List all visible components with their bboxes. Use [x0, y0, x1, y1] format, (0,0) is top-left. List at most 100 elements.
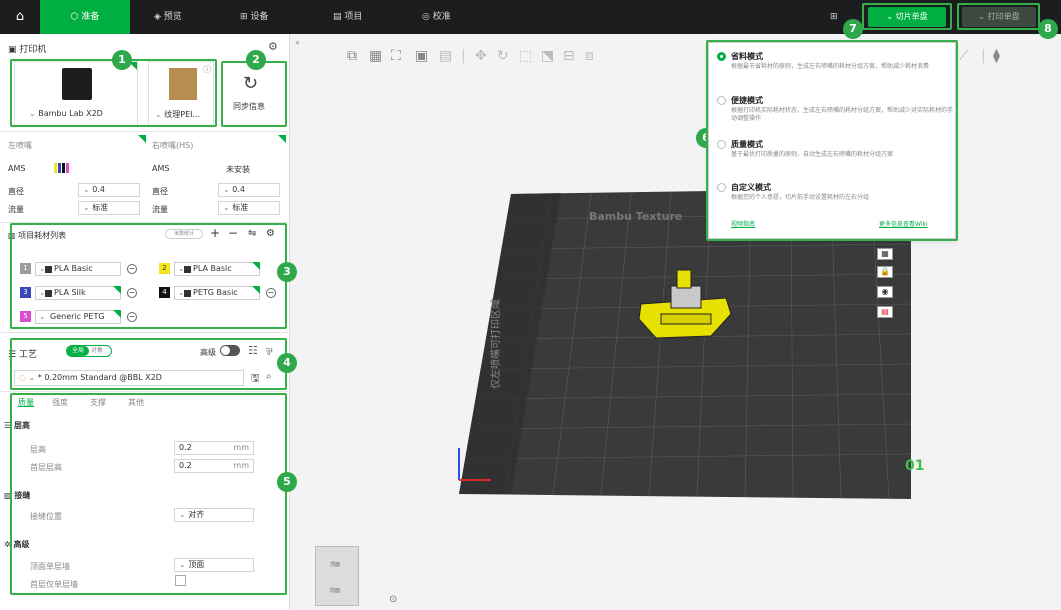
collapse-sidebar-icon[interactable]: «: [295, 38, 300, 47]
advanced-label: 高级: [200, 348, 216, 357]
filament-grouping-popup: 省料模式 根据最节省耗材的原则，生成左右喷嘴的耗材分组方案，帮助减少耗材浪费 便…: [708, 42, 956, 239]
tab-support[interactable]: 支撑: [90, 397, 106, 408]
compare-icon[interactable]: ⅌: [266, 344, 273, 358]
layer-height-input[interactable]: 0.2 mm: [174, 441, 254, 455]
right-nozzle-title: 右喷嘴(HS): [152, 141, 194, 150]
right-flow-select[interactable]: ⌄ 标准: [218, 201, 280, 215]
auto-orient-icon[interactable]: ⛶: [391, 48, 401, 64]
left-ams-colors[interactable]: [54, 163, 70, 173]
tab-quality[interactable]: 质量: [18, 397, 34, 408]
filament-swatch: 2: [159, 263, 170, 274]
plate-number: 01: [905, 458, 925, 474]
tab-project[interactable]: ▤ 项目: [333, 0, 393, 34]
filament-select[interactable]: ⌄ PLA Basic: [35, 262, 121, 276]
filament-stats-badge[interactable]: 米数统计: [165, 229, 203, 239]
first-layer-single-wall-checkbox[interactable]: [175, 575, 186, 586]
video-guide-link[interactable]: 视频指南: [731, 219, 755, 228]
lay-on-face-icon[interactable]: ⬔: [541, 48, 554, 64]
zoom-fit-icon[interactable]: ⊙: [389, 594, 397, 605]
callout-4: 4: [277, 353, 297, 373]
slice-plate-button[interactable]: ⌄ 切片单盘: [868, 7, 946, 27]
process-preset-select[interactable]: ◌ ⌄ * 0.20mm Standard @BBL X2D: [14, 370, 244, 386]
radio-save-material[interactable]: [717, 52, 726, 61]
measure-icon[interactable]: ⟋: [959, 48, 969, 64]
global-object-toggle[interactable]: 全局 对象: [66, 345, 112, 357]
right-diameter-select[interactable]: ⌄ 0.4: [218, 183, 280, 197]
tab-device[interactable]: ⊞ 设备: [240, 0, 300, 34]
plate-info-icon[interactable]: ⓘ: [203, 64, 211, 75]
printer-settings-gear-icon[interactable]: ⚙: [268, 40, 278, 53]
assembly-icon[interactable]: ⧫: [993, 48, 1000, 64]
right-ams-label: AMS: [152, 164, 170, 173]
remove-filament-icon[interactable]: −: [127, 264, 137, 274]
radio-convenience[interactable]: [717, 96, 726, 105]
add-object-icon[interactable]: ⧉: [347, 48, 357, 64]
plate-view-icon[interactable]: ◉: [877, 286, 893, 298]
rotate-icon[interactable]: ↻: [497, 48, 509, 64]
add-plate-icon[interactable]: ▦: [369, 48, 382, 64]
move-icon[interactable]: ✥: [475, 48, 487, 64]
nav-cube-front[interactable]: 前面: [330, 587, 340, 594]
filament-select[interactable]: ⌄ Generic PETG: [35, 310, 121, 324]
remove-filament-icon[interactable]: −: [127, 312, 137, 322]
project-icon: ▤: [333, 12, 345, 22]
wiki-link[interactable]: 更多信息查看Wiki: [879, 219, 928, 228]
search-icon[interactable]: ⌕: [266, 371, 272, 382]
tab-prepare[interactable]: ⬡ 准备: [40, 0, 130, 34]
cut-icon[interactable]: ⊟: [563, 48, 575, 64]
minus-icon[interactable]: −: [228, 226, 238, 240]
slice-all-icon[interactable]: ⊞: [830, 0, 842, 34]
print-plate-button[interactable]: ⌄ 打印单盘: [962, 7, 1036, 27]
arrange-icon[interactable]: ▣: [415, 48, 428, 64]
filament-list-header: ▥ 项目耗材列表: [8, 231, 67, 240]
tab-calibration[interactable]: ◎ 校准: [422, 0, 482, 34]
split-icon[interactable]: ▤: [439, 48, 452, 64]
callout-2: 2: [246, 50, 266, 70]
plate-arrange-icon[interactable]: ▦: [877, 248, 893, 260]
layer-icon: ☰: [4, 421, 14, 430]
plate-card[interactable]: ⓘ ⌄ 纹理PEI...: [148, 61, 214, 126]
right-ams-value: 未安装: [226, 165, 250, 174]
filament-select[interactable]: ⌄ PLA Silk: [35, 286, 121, 300]
scale-icon[interactable]: ⬚: [519, 48, 532, 64]
seam-position-select[interactable]: ⌄ 对齐: [174, 508, 254, 522]
top-surface-wall-select[interactable]: ⌄ 顶面: [174, 558, 254, 572]
device-icon: ⊞: [240, 12, 251, 22]
group-layer-height: ☰ 层高: [4, 421, 30, 430]
mesh-boolean-icon[interactable]: ⧈: [585, 48, 594, 64]
tab-other[interactable]: 其他: [128, 397, 144, 408]
remove-filament-icon[interactable]: −: [127, 288, 137, 298]
chevron-down-icon: ⌄: [978, 12, 988, 21]
plate-lock-icon[interactable]: 🔒: [877, 266, 893, 278]
filament-settings-gear-icon[interactable]: ⚙: [266, 228, 275, 239]
tab-preview[interactable]: ◈ 预览: [154, 0, 214, 34]
radio-custom[interactable]: [717, 183, 726, 192]
advanced-toggle[interactable]: [220, 345, 240, 356]
home-icon[interactable]: ⌂: [10, 0, 30, 34]
list-icon: ▥: [8, 231, 19, 240]
setting-label: 层高: [30, 445, 46, 454]
left-flow-label: 流量: [8, 205, 24, 214]
callout-7: 7: [843, 19, 863, 39]
preset-modified-icon: ◌: [19, 373, 26, 382]
save-preset-icon[interactable]: 🖫: [251, 371, 260, 388]
first-layer-height-input[interactable]: 0.2 mm: [174, 459, 254, 473]
filament-select[interactable]: ⌄ PLA Basic: [174, 262, 260, 276]
left-flow-select[interactable]: ⌄ 标准: [78, 201, 140, 215]
filament-select[interactable]: ⌄ PETG Basic: [174, 286, 260, 300]
left-diameter-select[interactable]: ⌄ 0.4: [78, 183, 140, 197]
seam-icon: ▨: [4, 491, 15, 500]
nav-cube-top[interactable]: 顶面: [330, 561, 340, 568]
filament-sync-icon[interactable]: ⇋: [248, 228, 256, 239]
list-view-icon[interactable]: ☷: [248, 344, 258, 357]
remove-filament-icon[interactable]: −: [266, 288, 276, 298]
plus-icon[interactable]: +: [210, 226, 220, 240]
plate-settings-icon[interactable]: ▤: [877, 306, 893, 318]
sync-info-button[interactable]: ↻ 同步信息: [223, 63, 285, 125]
navigation-cube[interactable]: 顶面 前面: [315, 546, 359, 606]
printer-card[interactable]: ⌄ Bambu Lab X2D: [14, 61, 138, 126]
radio-quality[interactable]: [717, 140, 726, 149]
plate-brand-text: Bambu Texture: [589, 210, 683, 223]
tab-strength[interactable]: 强度: [52, 397, 68, 408]
benchy-model[interactable]: [631, 264, 741, 344]
